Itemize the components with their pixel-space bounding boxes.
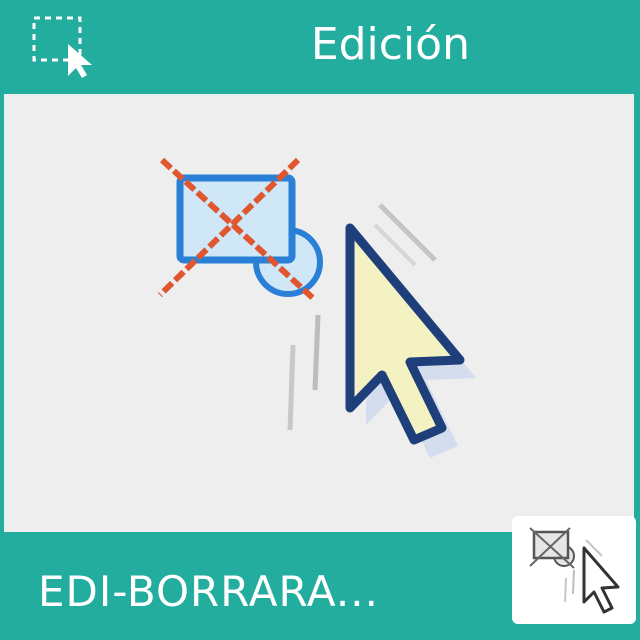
delete-shape-cursor-icon: [157, 157, 476, 458]
thumbnail-card: [512, 516, 636, 624]
tile-header: Edición: [0, 0, 640, 92]
category-title: Edición: [310, 19, 470, 70]
command-label: EDI-BORRARA...: [38, 567, 379, 616]
selection-cursor-icon: [32, 16, 92, 78]
delete-shape-cursor-icon: [529, 527, 620, 614]
command-tile[interactable]: Edición EDI-BORRARA...: [0, 0, 640, 640]
